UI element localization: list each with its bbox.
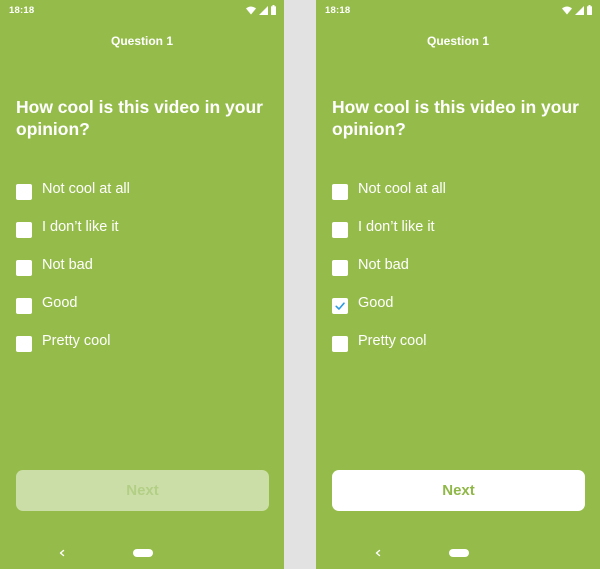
checkbox[interactable] bbox=[16, 222, 32, 238]
answer-options: Not cool at all I don’t like it Not bad … bbox=[16, 173, 276, 363]
checkbox-checked[interactable] bbox=[332, 298, 348, 314]
checkbox[interactable] bbox=[332, 184, 348, 200]
signal-icon bbox=[575, 5, 584, 15]
next-button: Next bbox=[16, 470, 269, 511]
next-button[interactable]: Next bbox=[332, 470, 585, 511]
question-text: How cool is this video in your opinion? bbox=[332, 97, 579, 139]
wifi-icon bbox=[246, 6, 256, 15]
option-label: I don’t like it bbox=[358, 219, 435, 235]
status-time: 18:18 bbox=[9, 5, 35, 16]
option-good[interactable]: Good bbox=[332, 287, 592, 325]
status-icons bbox=[246, 5, 276, 15]
checkbox[interactable] bbox=[332, 260, 348, 276]
option-label: Pretty cool bbox=[42, 333, 111, 349]
system-nav-bar bbox=[0, 542, 284, 564]
option-label: Not cool at all bbox=[358, 181, 446, 197]
signal-icon bbox=[259, 5, 268, 15]
option-label: Not bad bbox=[358, 257, 409, 273]
option-label: Not bad bbox=[42, 257, 93, 273]
screen-title: Question 1 bbox=[110, 34, 173, 48]
check-icon bbox=[335, 302, 345, 310]
question-text: How cool is this video in your opinion? bbox=[16, 97, 263, 139]
checkbox[interactable] bbox=[332, 336, 348, 352]
checkbox[interactable] bbox=[16, 298, 32, 314]
phone-screen-unselected: 18:18 Question 1 How cool is this video … bbox=[0, 0, 284, 569]
system-nav-bar bbox=[316, 542, 600, 564]
checkbox[interactable] bbox=[16, 336, 32, 352]
wifi-icon bbox=[562, 6, 572, 15]
option-not-cool-at-all[interactable]: Not cool at all bbox=[332, 173, 592, 211]
option-i-dont-like-it[interactable]: I don’t like it bbox=[16, 211, 276, 249]
checkbox[interactable] bbox=[16, 184, 32, 200]
option-label: Good bbox=[358, 295, 394, 311]
screen-title: Question 1 bbox=[426, 34, 489, 48]
option-pretty-cool[interactable]: Pretty cool bbox=[332, 325, 592, 363]
back-icon[interactable] bbox=[57, 545, 67, 559]
checkbox[interactable] bbox=[16, 260, 32, 276]
option-good[interactable]: Good bbox=[16, 287, 276, 325]
home-pill-icon[interactable] bbox=[449, 549, 469, 557]
status-time: 18:18 bbox=[325, 5, 351, 16]
comparison-stage: 18:18 Question 1 How cool is this video … bbox=[0, 0, 600, 569]
checkbox[interactable] bbox=[332, 222, 348, 238]
option-label: Not cool at all bbox=[42, 181, 130, 197]
option-not-cool-at-all[interactable]: Not cool at all bbox=[16, 173, 276, 211]
option-not-bad[interactable]: Not bad bbox=[332, 249, 592, 287]
battery-icon bbox=[587, 5, 592, 15]
phone-screen-selected: 18:18 Question 1 How cool is this video … bbox=[316, 0, 600, 569]
option-label: Pretty cool bbox=[358, 333, 427, 349]
home-pill-icon[interactable] bbox=[133, 549, 153, 557]
option-label: Good bbox=[42, 295, 78, 311]
status-bar: 18:18 bbox=[0, 0, 284, 22]
option-not-bad[interactable]: Not bad bbox=[16, 249, 276, 287]
status-bar: 18:18 bbox=[316, 0, 600, 22]
back-icon[interactable] bbox=[373, 545, 383, 559]
answer-options: Not cool at all I don’t like it Not bad … bbox=[332, 173, 592, 363]
option-pretty-cool[interactable]: Pretty cool bbox=[16, 325, 276, 363]
option-label: I don’t like it bbox=[42, 219, 119, 235]
option-i-dont-like-it[interactable]: I don’t like it bbox=[332, 211, 592, 249]
battery-icon bbox=[271, 5, 276, 15]
status-icons bbox=[562, 5, 592, 15]
